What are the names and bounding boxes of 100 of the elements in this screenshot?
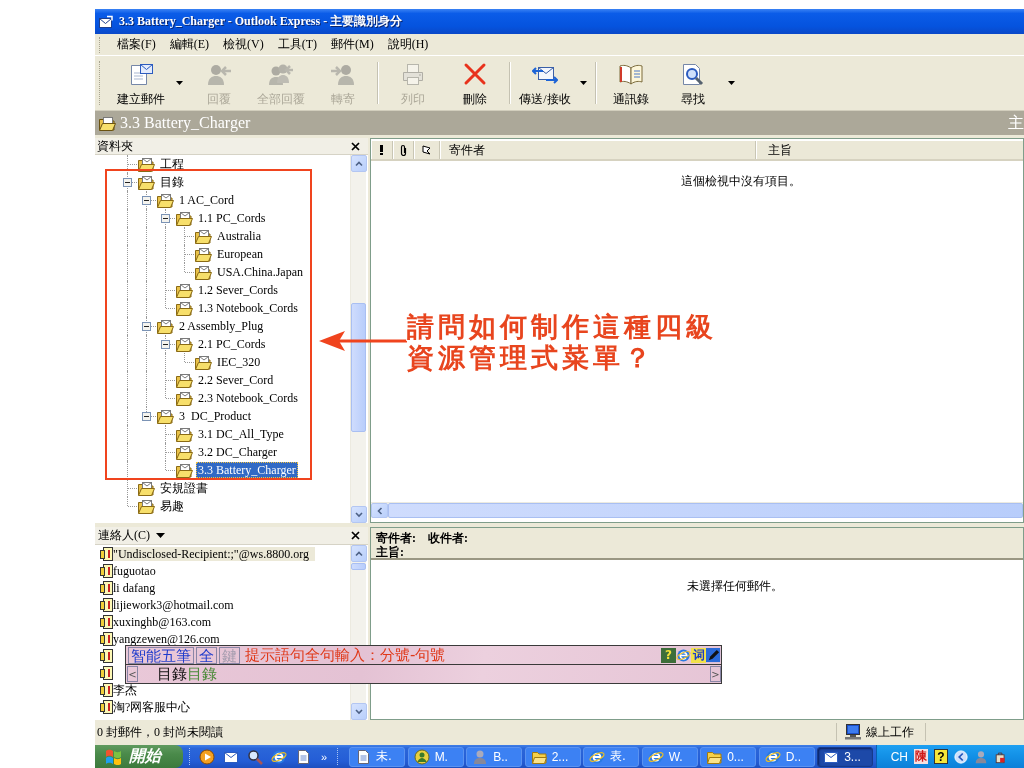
taskbar-button[interactable]: B.. bbox=[466, 746, 523, 767]
address-book-button[interactable]: 通訊錄 bbox=[600, 58, 662, 108]
caret-icon[interactable] bbox=[728, 81, 735, 85]
find-button[interactable]: 尋找 bbox=[662, 58, 724, 108]
pen-icon[interactable] bbox=[706, 647, 721, 663]
flag-icon bbox=[422, 145, 431, 155]
folder-item[interactable]: Australia bbox=[215, 228, 263, 244]
input-method-button[interactable]: 陳 bbox=[913, 749, 928, 764]
help-button[interactable]: ? bbox=[933, 749, 948, 764]
minus-box-icon[interactable] bbox=[161, 214, 170, 223]
folder-item[interactable]: 目錄 bbox=[158, 174, 186, 190]
document-icon[interactable] bbox=[295, 748, 311, 765]
contact-item[interactable]: yangzewen@126.com bbox=[113, 631, 226, 646]
taskbar-button[interactable]: D.. bbox=[758, 746, 815, 767]
taskbar-button[interactable]: W. bbox=[641, 746, 698, 767]
menu-item[interactable]: 說明(H) bbox=[380, 34, 436, 55]
contact-item[interactable]: 李杰 bbox=[113, 682, 143, 697]
caret-icon[interactable] bbox=[580, 81, 587, 85]
contact-item[interactable]: 淘?网客服中心 bbox=[113, 699, 197, 714]
folder-item[interactable]: 工程 bbox=[158, 156, 186, 172]
scroll-thumb[interactable] bbox=[351, 563, 366, 570]
scroll-left-button[interactable] bbox=[371, 503, 388, 518]
page-envelope-icon bbox=[128, 62, 154, 86]
e-globe-icon bbox=[764, 748, 781, 765]
folder-item[interactable]: 2.1 PC_Cords bbox=[196, 336, 268, 352]
minus-box-icon[interactable] bbox=[123, 178, 132, 187]
folder-item[interactable]: 1 AC_Cord bbox=[177, 192, 236, 208]
folder-item[interactable]: 1.1 PC_Cords bbox=[196, 210, 268, 226]
folder-item[interactable]: 安規證書 bbox=[158, 480, 210, 496]
annotation-text: 請問如何制作這種四級資源管理式菜單？ bbox=[407, 311, 718, 373]
start-button[interactable]: 開始 bbox=[95, 745, 183, 768]
column-header[interactable]: 寄件者 bbox=[449, 141, 485, 159]
scroll-up-button[interactable] bbox=[351, 545, 367, 562]
play-disc-icon[interactable] bbox=[199, 748, 215, 765]
folder-icon bbox=[175, 210, 193, 226]
ime-mode-button[interactable]: 全 bbox=[196, 646, 217, 664]
scroll-down-button[interactable] bbox=[351, 506, 367, 523]
ime-mode-button[interactable]: 智能五筆 bbox=[128, 646, 194, 664]
minus-box-icon[interactable] bbox=[142, 322, 151, 331]
dictionary-button[interactable]: 词 bbox=[691, 647, 706, 663]
folder-icon bbox=[175, 372, 193, 388]
folder-item[interactable]: 2 Assembly_Plug bbox=[177, 318, 266, 334]
chevron-up-icon bbox=[355, 550, 363, 557]
caret-icon[interactable] bbox=[156, 533, 165, 538]
chevron-down-icon bbox=[355, 708, 363, 715]
folder-item[interactable]: 易趣 bbox=[158, 498, 186, 514]
folder-item[interactable]: 3.2 DC_Charger bbox=[196, 444, 280, 460]
previous-page-button[interactable]: < bbox=[127, 666, 138, 682]
folder-item[interactable]: European bbox=[215, 246, 265, 262]
scroll-thumb[interactable] bbox=[351, 303, 366, 432]
printer-icon bbox=[400, 62, 426, 86]
contact-item[interactable]: li dafang bbox=[113, 580, 162, 595]
contact-item[interactable]: xuxinghb@163.com bbox=[113, 614, 218, 629]
folder-item[interactable]: 3.3 Battery_Charger bbox=[196, 462, 298, 478]
menu-item[interactable]: 檔案(F) bbox=[110, 34, 163, 55]
e-globe-icon[interactable] bbox=[271, 748, 287, 765]
person-circle-icon bbox=[413, 748, 430, 765]
taskbar-button[interactable]: 3... bbox=[817, 746, 874, 767]
folder-item[interactable]: 3 DC_Product bbox=[177, 408, 253, 424]
folder-icon bbox=[137, 156, 155, 172]
contact-item[interactable]: "Undisclosed-Recipient:;"@ws.8800.org bbox=[113, 546, 315, 561]
menu-item[interactable]: 檢視(V) bbox=[216, 34, 271, 55]
folder-item[interactable]: 1.3 Notebook_Cords bbox=[196, 300, 300, 316]
folder-icon bbox=[194, 354, 212, 370]
menu-item[interactable]: 工具(T) bbox=[270, 34, 324, 55]
caret-icon[interactable] bbox=[176, 81, 183, 85]
scrollbar[interactable] bbox=[350, 155, 366, 523]
overflow-button[interactable]: » bbox=[317, 750, 332, 763]
folder-item[interactable]: 1.2 Sever_Cords bbox=[196, 282, 280, 298]
folder-item[interactable]: 2.3 Notebook_Cords bbox=[196, 390, 300, 406]
column-header[interactable]: 主旨 bbox=[768, 141, 792, 159]
pane-title[interactable]: 連絡人(C) bbox=[98, 527, 150, 544]
close-icon[interactable] bbox=[351, 141, 360, 151]
folder-item[interactable]: IEC_320 bbox=[215, 354, 263, 370]
taskbar-button[interactable]: 0... bbox=[700, 746, 757, 767]
scroll-down-button[interactable] bbox=[351, 703, 367, 720]
taskbar-button[interactable]: 未. bbox=[349, 746, 406, 767]
magnifier-icon[interactable] bbox=[247, 748, 263, 765]
taskbar-button[interactable]: M. bbox=[407, 746, 464, 767]
menu-item[interactable]: 編輯(E) bbox=[162, 34, 216, 55]
minus-box-icon[interactable] bbox=[142, 196, 151, 205]
help-button[interactable]: ? bbox=[661, 647, 676, 663]
minus-box-icon[interactable] bbox=[161, 340, 170, 349]
send-receive-button[interactable]: 傳送/接收 bbox=[514, 58, 576, 108]
taskbar-button[interactable]: 表. bbox=[583, 746, 640, 767]
e-globe-icon[interactable] bbox=[676, 647, 691, 663]
next-page-button[interactable]: > bbox=[710, 666, 721, 682]
folder-item[interactable]: USA.China.Japan bbox=[215, 264, 305, 280]
scroll-up-button[interactable] bbox=[351, 155, 367, 172]
delete-button[interactable]: 刪除 bbox=[444, 58, 506, 108]
folder-item[interactable]: 2.2 Sever_Cord bbox=[196, 372, 276, 388]
menu-item[interactable]: 郵件(M) bbox=[324, 34, 381, 55]
taskbar-button[interactable]: 2... bbox=[524, 746, 581, 767]
minus-box-icon[interactable] bbox=[142, 412, 151, 421]
folder-item[interactable]: 3.1 DC_All_Type bbox=[196, 426, 286, 442]
contact-item[interactable]: lijiework3@hotmail.com bbox=[113, 597, 240, 612]
bag-icon[interactable] bbox=[993, 749, 1008, 764]
close-icon[interactable] bbox=[351, 531, 360, 540]
contact-item[interactable]: fuguotao bbox=[113, 563, 162, 578]
new-mail-button[interactable]: 建立郵件 bbox=[110, 58, 172, 108]
